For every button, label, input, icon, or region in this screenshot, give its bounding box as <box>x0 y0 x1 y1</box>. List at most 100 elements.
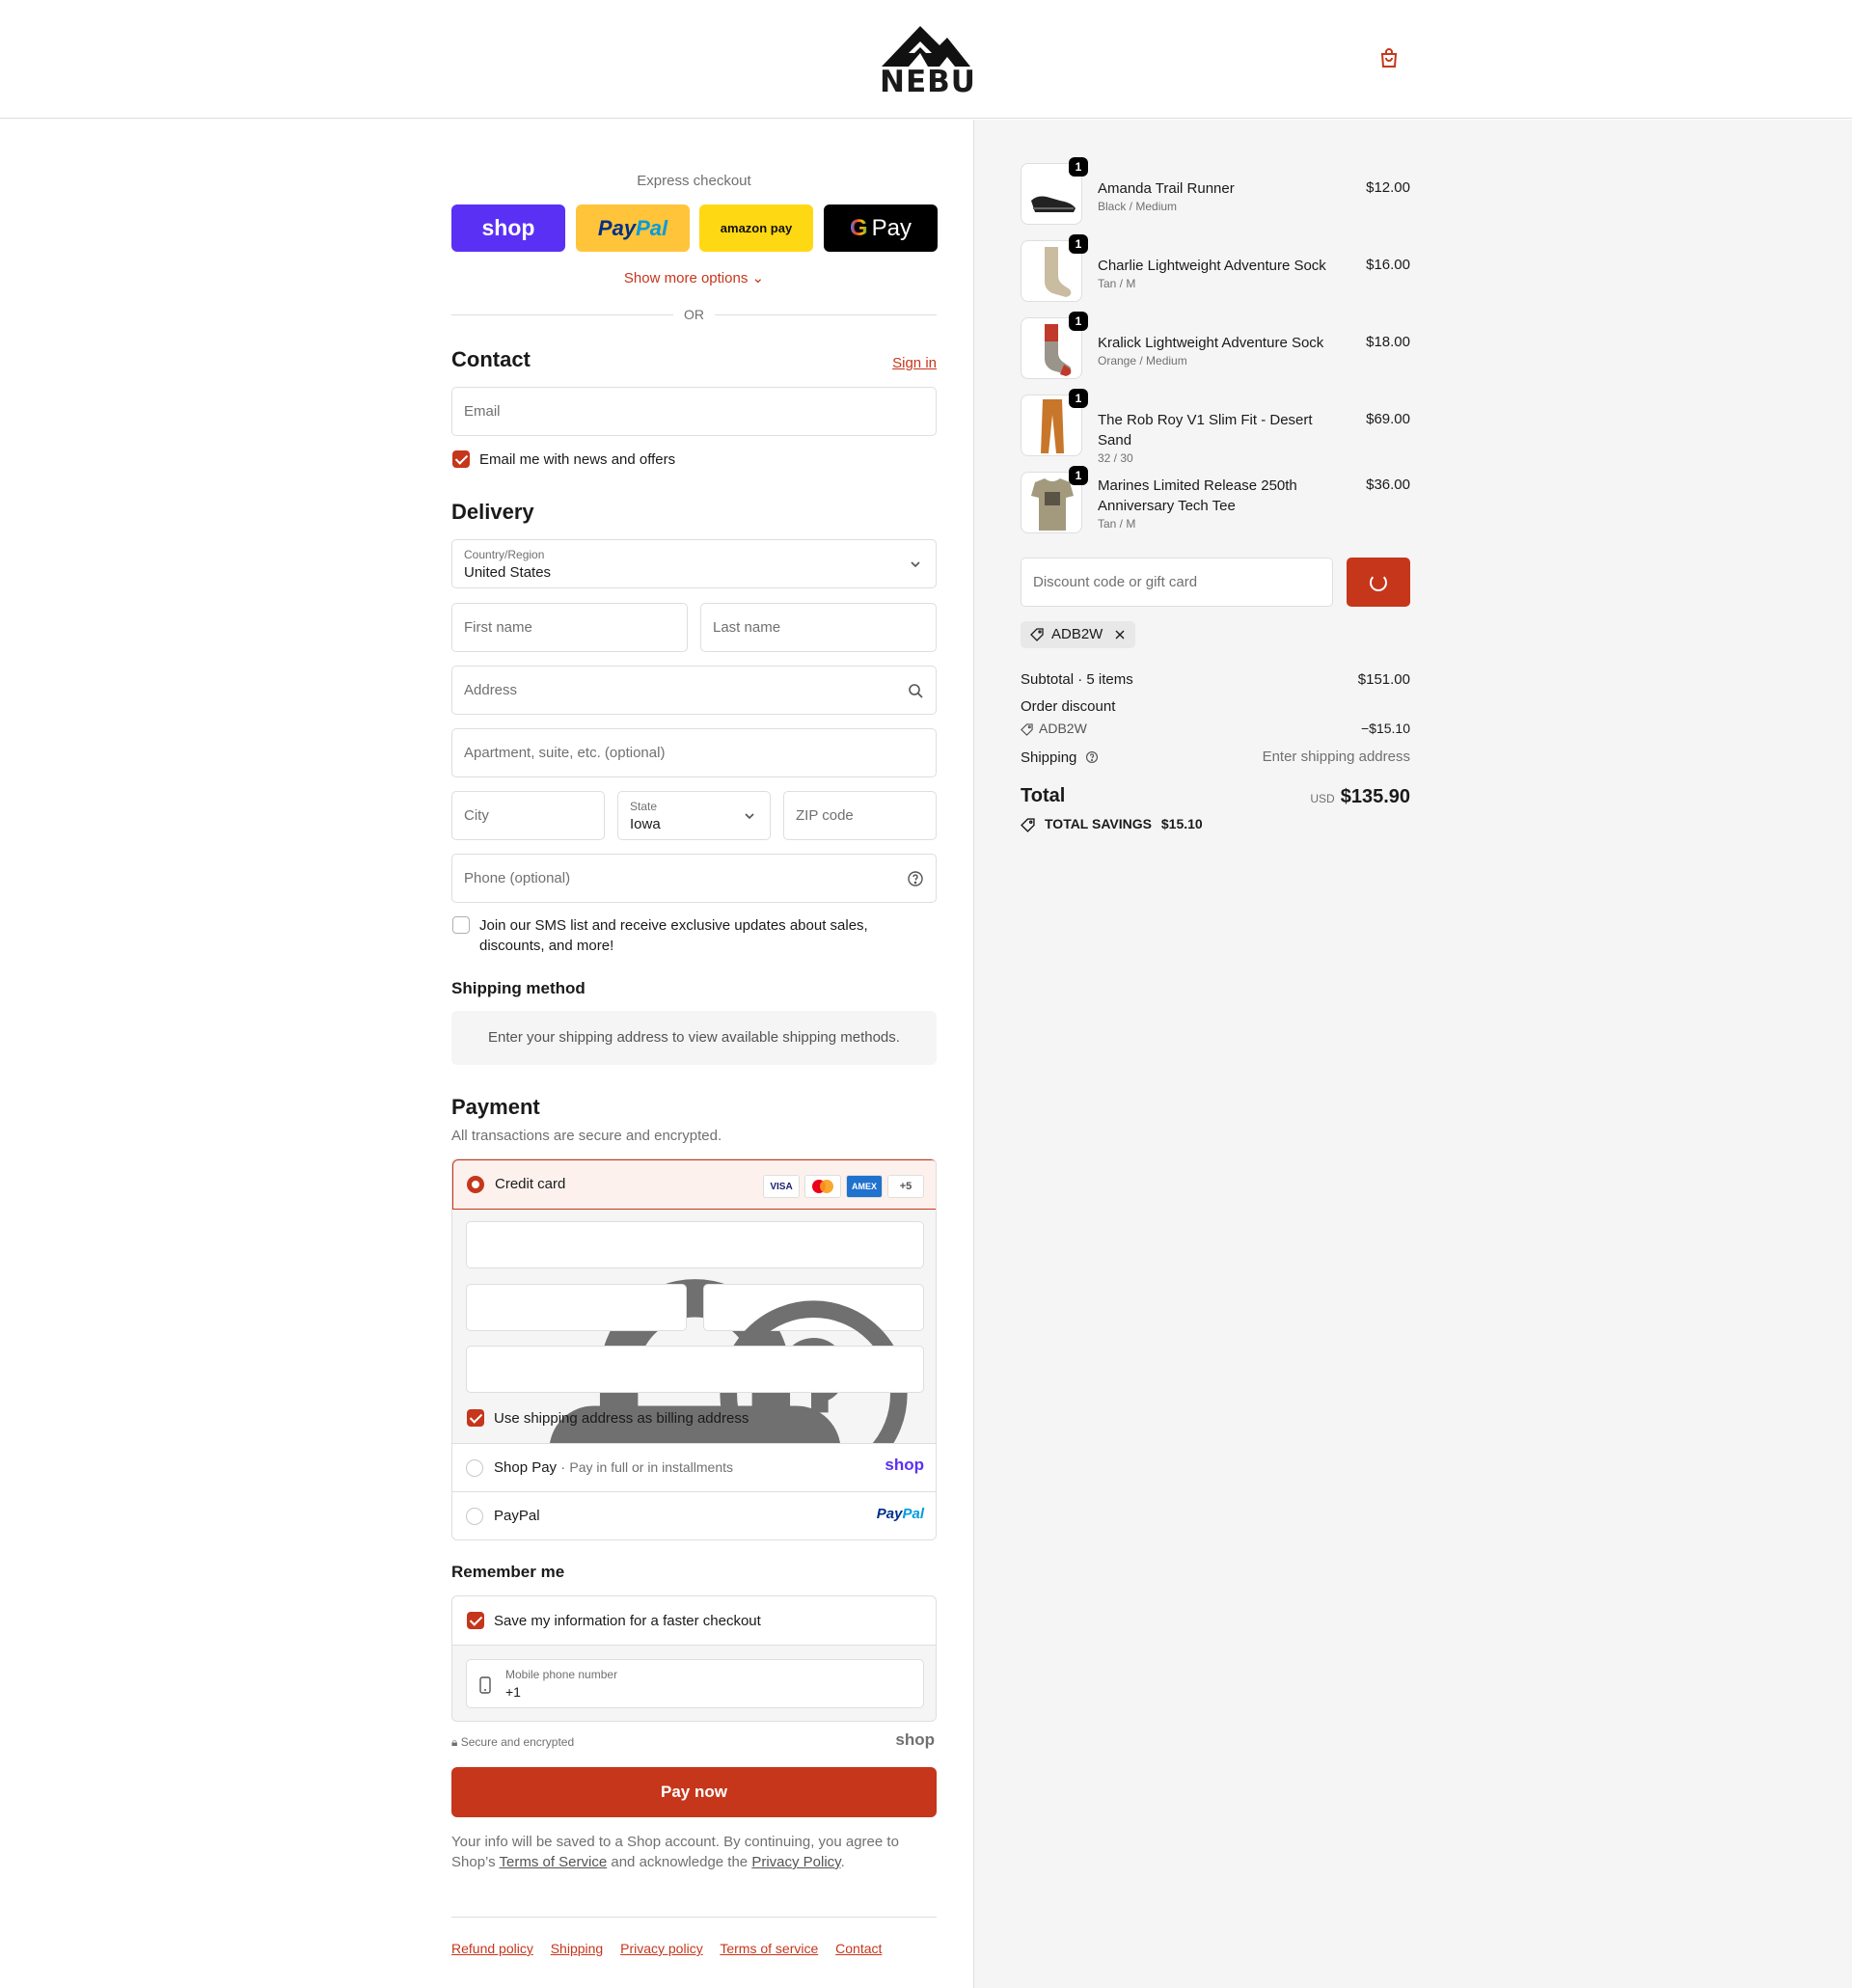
quantity-badge: 1 <box>1069 157 1088 177</box>
item-price: $16.00 <box>1366 257 1410 273</box>
phone-field[interactable]: Phone (optional) <box>451 854 937 903</box>
expiration-date-field[interactable] <box>466 1284 687 1331</box>
google-pay-express-button[interactable]: G Pay <box>824 204 938 252</box>
first-name-field[interactable]: First name <box>451 603 688 652</box>
discount-code-label: ADB2W <box>1039 721 1087 736</box>
dot-separator: · <box>560 1459 570 1476</box>
paypal-logo-pay: Pay <box>597 215 637 240</box>
brand-logo[interactable]: NEBU <box>880 24 975 99</box>
payment-methods: Credit card VISA AMEX +5 Use shipping ad… <box>451 1158 937 1540</box>
cart-item: 1 Amanda Trail Runner Black / Medium $12.… <box>1021 157 1410 227</box>
or-divider: OR <box>451 305 937 324</box>
or-label: OR <box>684 307 704 322</box>
apartment-placeholder: Apartment, suite, etc. (optional) <box>464 745 666 761</box>
privacy-policy-link[interactable]: Privacy Policy <box>751 1854 840 1870</box>
loading-spinner-icon <box>1370 574 1387 591</box>
shop-pay-option[interactable]: Shop Pay · Pay in full or in installment… <box>452 1443 936 1491</box>
refund-policy-link[interactable]: Refund policy <box>451 1941 533 1956</box>
amazon-pay-express-button[interactable]: amazon pay <box>699 204 813 252</box>
terms-of-service-footer-link[interactable]: Terms of service <box>720 1941 818 1956</box>
apartment-field[interactable]: Apartment, suite, etc. (optional) <box>451 728 937 777</box>
lock-icon: 🔒︎ <box>451 1735 458 1749</box>
zip-placeholder: ZIP code <box>796 807 854 824</box>
cart-item: 1 Marines Limited Release 250th Annivers… <box>1021 466 1410 541</box>
card-number-field[interactable] <box>466 1221 924 1539</box>
name-on-card-field[interactable] <box>466 1346 924 1393</box>
item-variant: Black / Medium <box>1098 200 1178 213</box>
contact-link[interactable]: Contact <box>835 1941 882 1956</box>
address-field[interactable]: Address <box>451 666 937 715</box>
state-select[interactable]: State Iowa <box>617 791 771 840</box>
total-value: $135.90 <box>1340 786 1410 807</box>
paypal-logo-pay: Pay <box>876 1506 903 1522</box>
shipping-policy-link[interactable]: Shipping <box>551 1941 604 1956</box>
total-savings-value: $15.10 <box>1160 816 1203 831</box>
city-placeholder: City <box>464 807 489 824</box>
visa-icon: VISA <box>763 1175 800 1198</box>
billing-address-checkbox[interactable] <box>467 1409 484 1427</box>
subtotal-label: Subtotal · 5 items <box>1021 671 1133 688</box>
last-name-placeholder: Last name <box>713 619 781 636</box>
shop-pay-radio[interactable] <box>466 1459 483 1477</box>
cart-item: 1 Charlie Lightweight Adventure Sock Tan … <box>1021 234 1410 304</box>
tag-icon <box>1021 818 1035 832</box>
security-code-field[interactable] <box>703 1284 924 1488</box>
shopping-bag-icon[interactable] <box>1377 46 1401 69</box>
sms-checkbox[interactable] <box>452 916 470 934</box>
paypal-logo-pal: Pal <box>902 1506 924 1522</box>
item-variant: 32 / 30 <box>1098 451 1133 465</box>
item-price: $69.00 <box>1366 411 1410 427</box>
remember-me-box: Save my information for a faster checkou… <box>451 1595 937 1722</box>
show-more-options-button[interactable]: Show more options ⌄ <box>451 269 937 286</box>
credit-card-radio[interactable] <box>467 1176 484 1193</box>
shop-pay-express-button[interactable]: shop <box>451 204 565 252</box>
news-checkbox[interactable] <box>452 450 470 468</box>
secure-encrypted-note: 🔒︎ Secure and encrypted <box>451 1735 574 1750</box>
total-savings-label: TOTAL SAVINGS <box>1045 816 1152 831</box>
mastercard-icon <box>804 1175 841 1198</box>
city-field[interactable]: City <box>451 791 605 840</box>
address-placeholder: Address <box>464 682 518 698</box>
item-name: Charlie Lightweight Adventure Sock <box>1098 258 1326 274</box>
secure-text: Secure and encrypted <box>460 1735 575 1749</box>
legal-text-part: and acknowledge the <box>607 1854 752 1870</box>
close-icon[interactable] <box>1114 629 1126 640</box>
payment-subtitle: All transactions are secure and encrypte… <box>451 1128 722 1144</box>
mobile-phone-field[interactable]: Mobile phone number +1 <box>466 1659 924 1708</box>
email-field[interactable]: Email <box>451 387 937 436</box>
state-value: Iowa <box>630 816 661 832</box>
apply-discount-button[interactable] <box>1347 558 1410 607</box>
last-name-field[interactable]: Last name <box>700 603 937 652</box>
mobile-phone-value: +1 <box>505 1684 521 1700</box>
privacy-policy-footer-link[interactable]: Privacy policy <box>620 1941 703 1956</box>
help-circle-icon[interactable] <box>1085 750 1099 764</box>
tag-icon <box>1021 723 1033 736</box>
total-savings-row: TOTAL SAVINGS $15.10 <box>1021 816 1410 832</box>
amex-icon: AMEX <box>846 1175 883 1198</box>
search-icon <box>909 684 923 698</box>
order-discount-label: Order discount <box>1021 698 1116 715</box>
paypal-express-button[interactable]: Pay Pal <box>576 204 690 252</box>
item-variant: Orange / Medium <box>1098 354 1187 368</box>
mountain-logo-icon <box>882 26 970 67</box>
country-select[interactable]: Country/Region United States <box>451 539 937 588</box>
pay-now-button[interactable]: Pay now <box>451 1767 937 1817</box>
help-circle-icon[interactable] <box>907 870 924 887</box>
item-name: Kralick Lightweight Adventure Sock <box>1098 335 1324 351</box>
paypal-option[interactable]: PayPal PayPal <box>452 1491 936 1539</box>
first-name-placeholder: First name <box>464 619 532 636</box>
total-label: Total <box>1021 785 1066 806</box>
sign-in-link[interactable]: Sign in <box>892 355 937 371</box>
tag-icon <box>1030 628 1044 641</box>
zip-field[interactable]: ZIP code <box>783 791 937 840</box>
credit-card-option[interactable]: Credit card VISA AMEX +5 <box>452 1159 936 1210</box>
terms-of-service-link[interactable]: Terms of Service <box>500 1854 608 1870</box>
subtotal-row: Subtotal · 5 items $151.00 <box>1021 671 1410 688</box>
paypal-radio[interactable] <box>466 1508 483 1525</box>
applied-discount-chip: ADB2W <box>1021 621 1136 648</box>
save-info-checkbox[interactable] <box>467 1612 484 1629</box>
shipping-label: Shipping <box>1021 749 1077 766</box>
discount-placeholder: Discount code or gift card <box>1033 574 1198 590</box>
discount-code-input[interactable]: Discount code or gift card <box>1021 558 1333 607</box>
discount-code-row: ADB2W −$15.10 <box>1021 721 1410 736</box>
